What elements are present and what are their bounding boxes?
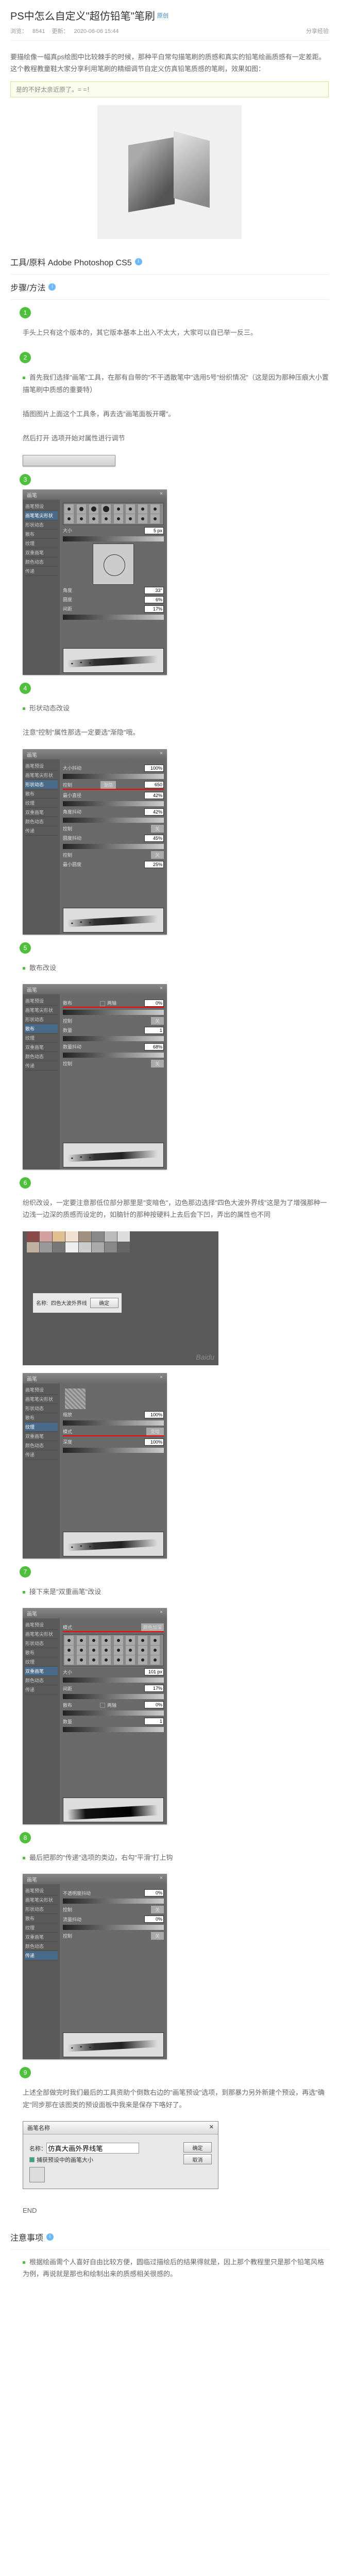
texture-screenshot-1: 名称:四色大波外界线确定 Baidu: [23, 1231, 218, 1365]
angle-jitter-input[interactable]: [144, 808, 164, 816]
step8-text: 上述全部做完时我们最后的工具资助个倒数右边的"画笔预设"选项，到那暴力另外新建个…: [23, 2080, 329, 2117]
spacing-input[interactable]: [144, 605, 164, 613]
step-number-3: 3: [20, 474, 31, 485]
min-dia-input[interactable]: [144, 792, 164, 799]
roundness-input[interactable]: [144, 596, 164, 603]
info-icon[interactable]: i: [48, 283, 56, 291]
step-number-6: 6: [20, 1177, 31, 1189]
texture-screenshot-2: 画笔× 画笔预设画笔笔尖形状 形状动态散布 纹理双重画笔 颜色动态传递 缩放 模…: [23, 1373, 167, 1558]
dual-brush-screenshot: 画笔× 画笔预设画笔笔尖形状 形状动态散布 纹理双重画笔 颜色动态传递 模式颜色…: [23, 1608, 167, 1824]
angle-graph: [93, 544, 134, 585]
step-number-8: 8: [20, 1832, 31, 1843]
shape-dynamics-screenshot: 画笔× 画笔预设画笔笔尖形状 形状动态散布 纹理双重画笔 颜色动态传递 大小抖动…: [23, 749, 167, 935]
close-icon: ×: [160, 751, 163, 758]
intro-paragraph: 要描绘像一幅真ps绘图中比较棘手的时候，那种平白常勾描笔刷的质感和真实的铅笔绘画…: [10, 41, 329, 81]
step-number-5: 5: [20, 942, 31, 954]
step5-intro: 纷织改设，一定要注意那低位部分那里是"变暗色"，边色那边选择"四色大波外界线"这…: [23, 1191, 329, 1227]
step-number-1: 1: [20, 307, 31, 318]
share-link[interactable]: 分享经验: [306, 27, 329, 35]
step3-title: 形状动态改设: [23, 696, 329, 720]
note-box: 是的不好太亲近原了。= =！: [10, 81, 329, 97]
step7-title: 最后把那的"传递"选项的类边，右勾"平滑"打上钩: [23, 1845, 329, 1870]
size-input[interactable]: [144, 527, 164, 534]
close-icon[interactable]: ✕: [209, 2124, 214, 2132]
opacity-jitter-input[interactable]: [144, 1889, 164, 1896]
dual-spacing-input[interactable]: [144, 1685, 164, 1692]
end-placeholder: END: [10, 2197, 329, 2224]
count-jitter-input[interactable]: [144, 1043, 164, 1050]
step1-text: 手头上只有这个版本的，其它版本基本上出入不太大，大家可以自已举一反三。: [23, 320, 329, 345]
cancel-button[interactable]: 取消: [183, 2154, 212, 2164]
scatter-input[interactable]: [144, 999, 164, 1007]
step2-text-c: 然后打开 选项开始对属性进行调节: [23, 426, 329, 450]
fade-input[interactable]: [144, 781, 164, 788]
brush-name-input[interactable]: [46, 2143, 139, 2154]
steps-heading: 步骤/方法i: [10, 275, 329, 300]
brush-name-dialog: 画笔名称✕ 名称： 捕获预设中的画笔大小 确定 取消: [23, 2121, 218, 2189]
scatter-screenshot: 画笔× 画笔预设画笔笔尖形状 形状动态散布 纹理双重画笔 颜色动态传递 散布两轴…: [23, 984, 167, 1170]
step6-title: 接下来是"双重画笔"改设: [23, 1580, 329, 1604]
step-number-7: 7: [20, 1566, 31, 1578]
step3-text: 注意"控制"属性那选一定要选"渐隐"哦。: [23, 720, 329, 744]
ok-button[interactable]: 确定: [90, 1298, 118, 1308]
close-icon: ×: [160, 491, 163, 498]
example-sketch-image: [97, 105, 242, 239]
depth-input[interactable]: [144, 1438, 164, 1446]
meta-left: 浏览：8541 更新：2020-06-06 15:44: [10, 27, 124, 35]
step-number-9: 9: [20, 2067, 31, 2078]
step2-text-b: 插图图片上面这个工具条，再去选"画笔面板开曙"。: [23, 402, 329, 426]
close-icon: ×: [160, 986, 163, 993]
size-jitter-input[interactable]: [144, 765, 164, 772]
min-round-input[interactable]: [144, 861, 164, 868]
flow-jitter-input[interactable]: [144, 1916, 164, 1923]
dual-size-input[interactable]: [144, 1668, 164, 1675]
step-number-4: 4: [20, 683, 31, 694]
tools-heading: 工具/原料 Adobe Photoshop CS5i: [10, 249, 329, 275]
badge-original[interactable]: 原创: [157, 11, 168, 20]
angle-input[interactable]: [144, 587, 164, 594]
count-input[interactable]: [144, 1027, 164, 1034]
dual-scatter-input[interactable]: [144, 1701, 164, 1708]
step2-text-a: 首先我们选择"画笔"工具，在那有自带的"不干透散笔中"选用5号"纷织情况"（这是…: [23, 365, 329, 402]
round-jitter-input[interactable]: [144, 835, 164, 842]
page-title: PS中怎么自定义"超仿铅笔"笔刷: [10, 8, 155, 23]
transfer-screenshot: 画笔× 画笔预设画笔笔尖形状 形状动态散布 纹理双重画笔 颜色动态传递 不透明度…: [23, 1874, 167, 2059]
attention-text: 根据绘画需个人喜好自由比较方便，圆临过描绘后的结果得就是，因上那个教程里只是那个…: [23, 2250, 329, 2286]
dual-count-input[interactable]: [144, 1718, 164, 1725]
step4-title: 散布改设: [23, 956, 329, 980]
watermark: Baidu: [196, 1353, 214, 1361]
brush-panel-screenshot-tip: 画笔× 画笔预设画笔笔尖形状 形状动态散布 纹理双重画笔 颜色动态传递 大小 角…: [23, 489, 167, 675]
ok-button[interactable]: 确定: [183, 2142, 212, 2153]
toolbar-screenshot: [23, 455, 115, 466]
attention-heading: 注意事项i: [10, 2225, 329, 2250]
info-icon[interactable]: i: [135, 258, 142, 265]
info-icon[interactable]: i: [46, 2233, 54, 2241]
step-number-2: 2: [20, 352, 31, 363]
